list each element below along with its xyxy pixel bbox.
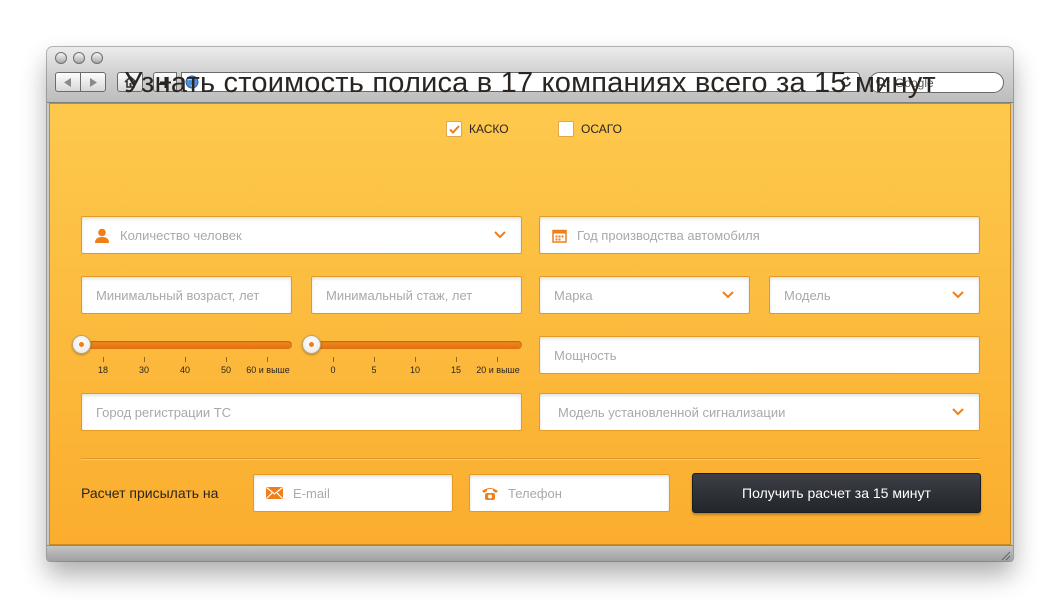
slider-tick xyxy=(333,357,334,362)
model-label: Модель xyxy=(784,287,831,303)
kasko-option[interactable]: КАСКО xyxy=(446,121,509,137)
experience-slider-track[interactable] xyxy=(311,341,522,349)
age-tick-label: 60 и выше xyxy=(246,365,290,375)
kasko-checkbox[interactable] xyxy=(446,121,462,137)
chevron-down-icon xyxy=(715,291,741,299)
registration-city-field[interactable]: Город регистрации ТС xyxy=(81,393,522,431)
chevron-down-icon xyxy=(945,408,971,416)
experience-tick-label: 5 xyxy=(371,365,377,375)
chevron-down-icon xyxy=(487,231,513,239)
age-tick-label: 50 xyxy=(220,365,232,375)
status-bar xyxy=(47,545,1013,561)
brand-label: Марка xyxy=(554,287,593,303)
alarm-model-label: Модель установленной сигнализации xyxy=(558,404,786,420)
phone-field[interactable]: Телефон xyxy=(469,474,670,512)
people-count-label: Количество человек xyxy=(120,227,242,243)
slider-tick xyxy=(103,357,104,362)
age-tick-label: 40 xyxy=(179,365,191,375)
experience-tick-label: 15 xyxy=(450,365,462,375)
email-field[interactable]: E-mail xyxy=(253,474,453,512)
min-age-field[interactable]: Минимальный возраст, лет xyxy=(81,276,292,314)
model-select[interactable]: Модель xyxy=(769,276,980,314)
people-count-select[interactable]: Количество человек xyxy=(81,216,522,254)
slider-tick xyxy=(144,357,145,362)
slider-tick xyxy=(456,357,457,362)
power-field[interactable]: Мощность xyxy=(539,336,980,374)
age-tick-label: 18 xyxy=(97,365,109,375)
osago-option[interactable]: ОСАГО xyxy=(558,121,622,137)
zoom-window-button[interactable] xyxy=(91,52,103,64)
page-title: Узнать стоимость полиса в 17 компаниях в… xyxy=(124,67,936,99)
envelope-icon xyxy=(266,487,283,499)
resize-grip-icon[interactable] xyxy=(1000,550,1011,561)
min-experience-field[interactable]: Минимальный стаж, лет xyxy=(311,276,522,314)
experience-slider-handle[interactable] xyxy=(302,335,321,354)
close-window-button[interactable] xyxy=(55,52,67,64)
slider-tick xyxy=(185,357,186,362)
car-year-label: Год производства автомобиля xyxy=(577,227,760,243)
slider-tick xyxy=(374,357,375,362)
section-divider xyxy=(81,458,980,459)
min-age-label: Минимальный возраст, лет xyxy=(96,287,260,303)
get-quote-button[interactable]: Получить расчет за 15 минут xyxy=(692,473,981,513)
kasko-label: КАСКО xyxy=(469,122,509,136)
experience-tick-label: 10 xyxy=(409,365,421,375)
person-icon xyxy=(94,228,110,243)
age-tick-label: 30 xyxy=(138,365,150,375)
age-slider-handle[interactable] xyxy=(72,335,91,354)
min-experience-label: Минимальный стаж, лет xyxy=(326,287,473,303)
experience-slider[interactable]: 0 5 10 15 20 и выше xyxy=(302,334,522,378)
phone-icon xyxy=(482,487,498,500)
calendar-icon xyxy=(552,228,567,243)
slider-tick xyxy=(497,357,498,362)
brand-select[interactable]: Марка xyxy=(539,276,750,314)
slider-tick xyxy=(415,357,416,362)
experience-tick-label: 0 xyxy=(330,365,336,375)
minimize-window-button[interactable] xyxy=(73,52,85,64)
osago-checkbox[interactable] xyxy=(558,121,574,137)
checkmark-icon xyxy=(448,124,460,134)
chevron-down-icon xyxy=(945,291,971,299)
send-result-label: Расчет присылать на xyxy=(81,485,219,501)
registration-city-label: Город регистрации ТС xyxy=(96,404,232,420)
age-slider-track[interactable] xyxy=(81,341,292,349)
alarm-model-select[interactable]: Модель установленной сигнализации xyxy=(539,393,980,431)
osago-label: ОСАГО xyxy=(581,122,622,136)
experience-tick-label: 20 и выше xyxy=(476,365,520,375)
power-label: Мощность xyxy=(554,347,617,363)
age-slider[interactable]: 18 30 40 50 60 и выше xyxy=(72,334,292,378)
slider-tick xyxy=(267,357,268,362)
car-year-field[interactable]: Год производства автомобиля xyxy=(539,216,980,254)
phone-placeholder: Телефон xyxy=(508,485,562,501)
slider-tick xyxy=(226,357,227,362)
email-placeholder: E-mail xyxy=(293,485,330,501)
